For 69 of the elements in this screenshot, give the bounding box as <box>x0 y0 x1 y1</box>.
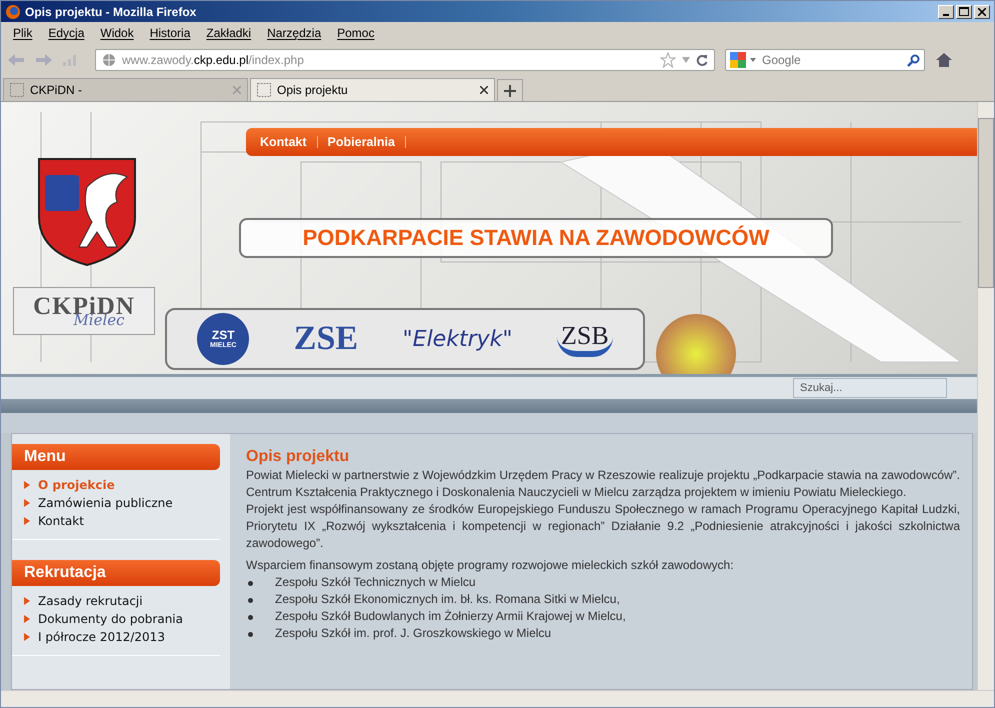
firefox-icon <box>5 4 21 20</box>
sidebar-link[interactable]: Zasady rekrutacji <box>24 592 220 609</box>
vertical-scrollbar[interactable] <box>977 102 994 690</box>
bullet-icon <box>248 615 253 620</box>
banner-title: PODKARPACIE STAWIA NA ZAWODOWCÓW <box>239 218 833 258</box>
search-field[interactable]: Szukaj... <box>793 378 947 398</box>
ckpidn-logo: CKPiDN Mielec <box>13 287 155 335</box>
address-bar[interactable]: www.zawody.ckp.edu.pl/index.php <box>95 49 715 71</box>
arrow-bullet-icon <box>24 498 30 506</box>
sidebar-link[interactable]: I półrocze 2012/2013 <box>24 628 220 645</box>
minimize-button[interactable] <box>938 4 954 18</box>
sidebar-link[interactable]: Zamówienia publiczne <box>24 494 220 511</box>
close-tab-icon[interactable] <box>480 86 488 94</box>
bullet-icon <box>248 581 253 586</box>
menu-item[interactable]: Pomoc <box>329 24 382 42</box>
menu-item[interactable]: Edycja <box>40 24 92 42</box>
page-icon <box>10 83 24 97</box>
menu-item[interactable]: Narzędzia <box>259 24 330 42</box>
browser-tab[interactable]: Opis projektu <box>250 78 495 101</box>
maximize-icon <box>959 7 969 16</box>
elektryk-logo: "Elektryk" <box>402 326 513 352</box>
search-icon[interactable] <box>907 54 920 66</box>
spirit-level-icon <box>656 314 736 374</box>
star-icon[interactable] <box>660 52 676 68</box>
new-tab-button[interactable] <box>497 79 523 101</box>
list-item: Zespołu Szkół Ekonomicznych im. bł. ks. Romana Sitki w Mielcu, <box>275 591 620 608</box>
browser-tab[interactable]: CKPiDN - <box>3 78 248 101</box>
bullet-icon <box>248 632 253 637</box>
arrow-bullet-icon <box>24 480 30 488</box>
page-icon <box>257 83 271 97</box>
list-item: Zespołu Szkół im. prof. J. Groszkowskiego w Mielcu <box>275 625 552 642</box>
menu-item[interactable]: Zakładki <box>198 24 260 42</box>
globe-icon <box>102 53 116 67</box>
sidebar-link[interactable]: Kontakt <box>24 512 220 529</box>
sidebar-heading: Rekrutacja <box>12 560 220 586</box>
reload-icon[interactable] <box>696 54 708 66</box>
nav-link[interactable]: Kontakt <box>250 136 318 148</box>
list-item: Zespołu Szkół Technicznych w Mielcu <box>275 574 476 591</box>
horizontal-scrollbar[interactable] <box>1 690 994 707</box>
sidebar-link[interactable]: Dokumenty do pobrania <box>24 610 220 627</box>
zsb-logo: ZSB <box>557 321 613 357</box>
plus-icon <box>504 84 516 96</box>
coat-of-arms-icon <box>37 157 137 267</box>
article-paragraph: Powiat Mielecki w partnerstwie z Wojewódzkim Urzędem Pracy w Rzeszowie realizuje projektu „Podkarpacie stawia na zawodowców”. Centrum Kształcenia Praktycznego i Doskonalenia Nauczycieli w Mielcu zarządza projektem w imieniu Powiatu Mieleckiego. <box>246 467 960 501</box>
close-button[interactable] <box>974 4 990 18</box>
article-paragraph: Wsparciem finansowym zostaną objęte programy rozwojowe mieleckich szkół zawodowych: <box>246 557 735 574</box>
article-title: Opis projektu <box>246 448 350 465</box>
arrow-bullet-icon <box>24 596 30 604</box>
menu-item[interactable]: Widok <box>92 24 142 42</box>
home-icon[interactable] <box>935 52 953 68</box>
nav-link[interactable]: Pobieralnia <box>318 136 406 148</box>
close-icon <box>978 8 986 16</box>
dropdown-icon[interactable] <box>750 58 756 62</box>
arrow-bullet-icon <box>24 632 30 640</box>
search-field[interactable]: Google <box>725 49 925 71</box>
signal-icon <box>63 54 77 66</box>
arrow-bullet-icon <box>24 614 30 622</box>
window-title: Opis projektu - Mozilla Firefox <box>25 4 198 18</box>
menu-item[interactable]: Historia <box>142 24 198 42</box>
bullet-icon <box>248 598 253 603</box>
article-paragraph: Projekt jest współfinansowany ze środków Europejskiego Funduszu Społecznego w ramach Programu Operacyjnego Kapitał Ludzki, Priorytetu IX „Rozwój wykształcenia i kompetencji w regionach” Działanie 9.2 „Podniesienie atrakcyjności i jakości szkolnictwa zawodowego”. <box>246 501 960 552</box>
minimize-icon <box>943 14 949 16</box>
zse-logo: ZSE <box>294 320 358 358</box>
arrow-bullet-icon <box>24 516 30 524</box>
sidebar-heading: Menu <box>12 444 220 470</box>
list-item: Zespołu Szkół Budowlanych im Żołnierzy Armii Krajowej w Mielcu, <box>275 608 626 625</box>
google-icon <box>730 52 746 68</box>
maximize-button[interactable] <box>956 4 972 18</box>
menu-item[interactable]: Plik <box>5 24 40 42</box>
